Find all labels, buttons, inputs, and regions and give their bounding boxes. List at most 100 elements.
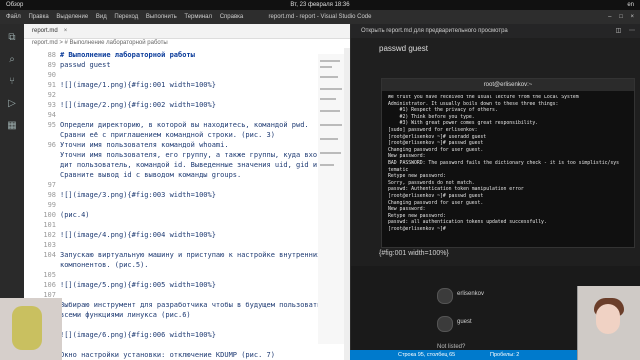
- code-line[interactable]: 105: [24, 270, 350, 280]
- line-number: 104: [43, 251, 56, 259]
- terminal-line: Retype new password:: [388, 174, 446, 180]
- input-language[interactable]: en: [627, 0, 634, 10]
- terminal-title: root@erlisenkov:~: [382, 79, 634, 91]
- code-line[interactable]: 111: [24, 340, 350, 350]
- maximize-icon[interactable]: □: [619, 14, 623, 20]
- more-actions-icon[interactable]: ⋯: [629, 28, 635, 34]
- line-number: 90: [47, 71, 56, 79]
- line-text: Уточни имя пользователя, его группу, а т…: [60, 151, 322, 159]
- user-avatar-icon: [437, 316, 453, 332]
- tab-report-md[interactable]: report.md ×: [32, 24, 67, 38]
- minimize-icon[interactable]: –: [608, 14, 611, 20]
- preview-tabbar: Открыть report.md для предварительного п…: [351, 24, 640, 38]
- line-text: ![](image/1.png){#fig:001 width=100%}: [60, 81, 216, 89]
- source-control-icon[interactable]: ⑂: [6, 76, 18, 88]
- figurine-photo: [0, 298, 62, 360]
- code-line[interactable]: 99: [24, 200, 350, 210]
- code-line[interactable]: 104 Запускаю виртуальную машину и приступ…: [24, 250, 350, 260]
- line-number: 92: [47, 91, 56, 99]
- code-line[interactable]: 103: [24, 240, 350, 250]
- code-line[interactable]: Сравни её с приглашением командной строк…: [24, 130, 350, 140]
- close-icon[interactable]: ×: [630, 14, 634, 20]
- code-line[interactable]: 89 passwd guest: [24, 60, 350, 70]
- split-editor-icon[interactable]: ◫: [616, 28, 622, 34]
- code-line[interactable]: 96 Уточни имя пользователя командой whoam…: [24, 140, 350, 150]
- line-text: passwd guest: [60, 61, 111, 69]
- code-line[interactable]: 100 (рис.4): [24, 210, 350, 220]
- line-text: Окно настройки установки: отключение KDU…: [60, 351, 275, 359]
- code-line[interactable]: 110![](image/6.png){#fig:006 width=100%}: [24, 330, 350, 340]
- terminal-line: New password:: [388, 154, 426, 160]
- line-number: 106: [43, 281, 56, 289]
- code-area[interactable]: 88 # Выполнение лабораторной работы 89 pass…: [24, 50, 350, 360]
- line-text: ![](image/4.png){#fig:004 width=100%}: [60, 231, 216, 239]
- terminal-line: New password:: [388, 207, 426, 213]
- code-line[interactable]: 91 ![](image/1.png){#fig:001 width=100%}: [24, 80, 350, 90]
- explorer-icon[interactable]: ⧉: [6, 32, 18, 44]
- preview-heading: passwd guest: [379, 44, 428, 53]
- code-line[interactable]: дит пользователь, командой id. Выведенны…: [24, 160, 350, 170]
- code-line[interactable]: 102 ![](image/4.png){#fig:004 width=100%}: [24, 230, 350, 240]
- system-top-bar: Обзор Вт, 23 февраля 18:36 en: [0, 0, 640, 10]
- line-text: всеми функциями линукса (рис.6): [60, 311, 191, 319]
- line-number: 94: [47, 111, 56, 119]
- terminal-line: #3) With great power comes great respons…: [388, 121, 539, 127]
- line-text: дит пользователь, командой id. Выведенны…: [60, 161, 334, 169]
- code-line[interactable]: 90: [24, 70, 350, 80]
- line-text: ![](image/3.png){#fig:003 width=100%}: [60, 191, 216, 199]
- terminal-line: [root@erlisenkov ~]# passwd guest: [388, 141, 484, 147]
- indentation[interactable]: Пробелы: 2: [490, 350, 519, 360]
- user-avatar-icon: [437, 288, 453, 304]
- code-line[interactable]: 95 Определи директорию, в которой вы нахо…: [24, 120, 350, 130]
- code-line[interactable]: 112Окно настройки установки: отключение …: [24, 350, 350, 360]
- line-number: 99: [47, 201, 56, 209]
- breadcrumb-text[interactable]: report.md > # Выполнение лабораторной ра…: [32, 40, 168, 46]
- code-line[interactable]: 107: [24, 290, 350, 300]
- window-controls: – □ ×: [602, 10, 634, 24]
- line-text: ![](image/5.png){#fig:005 width=100%}: [60, 281, 216, 289]
- line-text: Уточни имя пользователя командой whoami.: [60, 141, 229, 149]
- code-line[interactable]: 106 ![](image/5.png){#fig:005 width=100%}: [24, 280, 350, 290]
- code-line[interactable]: 97: [24, 180, 350, 190]
- line-number: 102: [43, 231, 56, 239]
- minimap[interactable]: [318, 54, 344, 344]
- tab-preview[interactable]: Открыть report.md для предварительного п…: [361, 24, 508, 38]
- window-title: report.md - report - Visual Studio Code: [268, 14, 372, 20]
- code-line[interactable]: 93 ![](image/2.png){#fig:002 width=100%}: [24, 100, 350, 110]
- user-name: guest: [457, 319, 472, 325]
- code-line[interactable]: 92: [24, 90, 350, 100]
- code-line[interactable]: Сравните вывод id с выводом команды grou…: [24, 170, 350, 180]
- line-text: Запускаю виртуальную машину и приступаю …: [60, 251, 322, 259]
- run-debug-icon[interactable]: ▷: [6, 98, 18, 110]
- editor-tabbar: report.md ×: [24, 24, 350, 39]
- code-line[interactable]: Уточни имя пользователя, его группу, а т…: [24, 150, 350, 160]
- code-line[interactable]: 101: [24, 220, 350, 230]
- terminal-line: [sudo] password for erlisenkov:: [388, 127, 478, 133]
- line-text: Сравните вывод id с выводом команды grou…: [60, 171, 242, 179]
- editor-pane: report.md × report.md > # Выполнение лабо…: [24, 24, 350, 360]
- line-number: 96: [47, 141, 56, 149]
- search-icon[interactable]: ⌕: [6, 54, 18, 66]
- close-tab-icon[interactable]: ×: [64, 28, 68, 34]
- line-number: 101: [43, 221, 56, 229]
- code-line[interactable]: 109: [24, 320, 350, 330]
- code-line[interactable]: компонентов. (рис.5).: [24, 260, 350, 270]
- code-line[interactable]: 108Выбираю инструмент для разработчика ч…: [24, 300, 350, 310]
- figure-caption: {#fig:001 width=100%}: [379, 250, 449, 257]
- clock[interactable]: Вт, 23 февраля 18:36: [0, 0, 640, 10]
- line-number: 95: [47, 121, 56, 129]
- code-line[interactable]: 94: [24, 110, 350, 120]
- line-number: 97: [47, 181, 56, 189]
- line-text: # Выполнение лабораторной работы: [60, 51, 195, 59]
- terminal-line: [root@erlisenkov ~]# passwd guest: [388, 193, 484, 199]
- code-line[interactable]: 98 ![](image/3.png){#fig:003 width=100%}: [24, 190, 350, 200]
- cursor-position[interactable]: Строка 95, столбец 65: [398, 350, 455, 360]
- terminal-line: We trust you have received the usual lec…: [388, 95, 579, 100]
- code-line[interactable]: всеми функциями линукса (рис.6): [24, 310, 350, 320]
- code-line[interactable]: 88 # Выполнение лабораторной работы: [24, 50, 350, 60]
- line-number: 93: [47, 101, 56, 109]
- user-guest: guest: [437, 312, 557, 338]
- menu-bar: Файл Правка Выделение Вид Переход Выполн…: [0, 10, 640, 24]
- line-text: Определи директорию, в которой вы находи…: [60, 121, 309, 129]
- extensions-icon[interactable]: ▦: [6, 120, 18, 132]
